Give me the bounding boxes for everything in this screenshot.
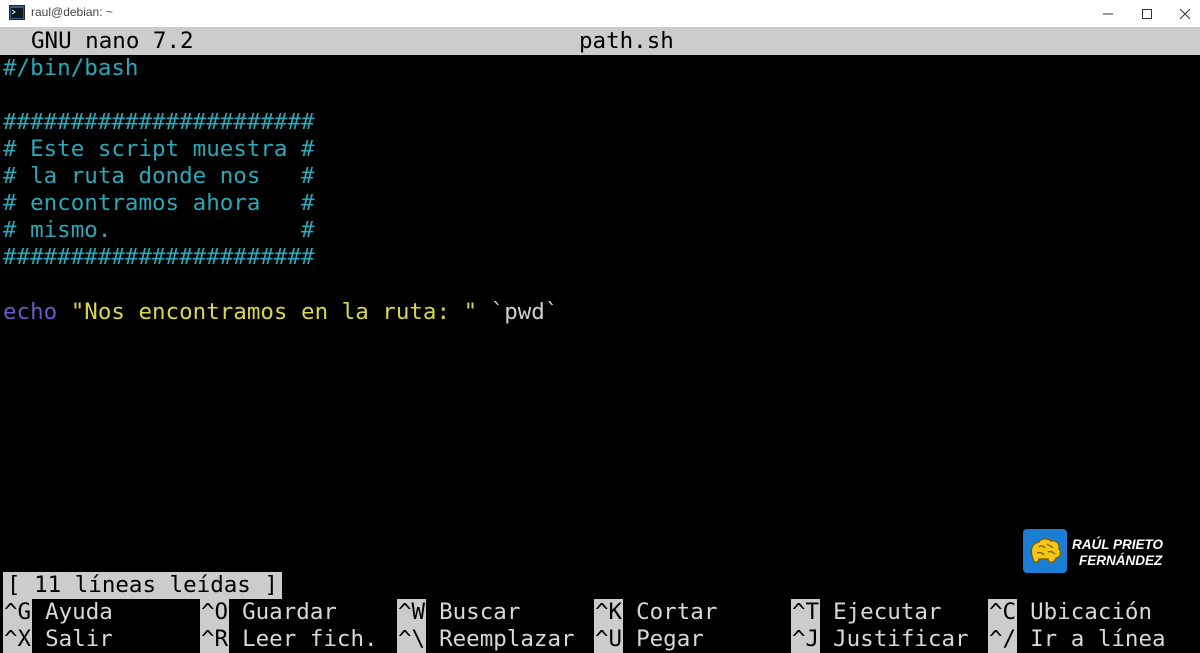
- shortcut-key: ^X: [3, 626, 33, 653]
- watermark-name-line2: FERNÁNDEZ: [1079, 553, 1163, 568]
- shortcut-justify[interactable]: ^J Justificar: [791, 626, 969, 653]
- shortcut-paste[interactable]: ^U Pegar: [594, 626, 704, 653]
- shortcut-label: Salir: [45, 626, 113, 652]
- shortcut-exit[interactable]: ^X Salir: [3, 626, 113, 653]
- watermark-name-line1: RAÚL PRIETO: [1072, 537, 1164, 552]
- shortcut-label: Buscar: [439, 599, 521, 625]
- shortcut-key: ^W: [397, 599, 427, 626]
- editor-line-comment: # la ruta donde nos #: [3, 163, 315, 189]
- shortcut-key: ^K: [594, 599, 624, 626]
- shortcut-label: Leer fich.: [242, 626, 378, 652]
- shortcut-key: ^C: [988, 599, 1018, 626]
- echo-string: "Nos encontramos en la ruta: ": [70, 299, 478, 325]
- shortcut-key: ^T: [791, 599, 821, 626]
- shortcut-location[interactable]: ^C Ubicación: [988, 599, 1152, 626]
- editor-line-comment: #######################: [3, 109, 315, 135]
- shortcut-key: ^/: [988, 626, 1018, 653]
- shortcut-label: Ayuda: [45, 599, 113, 625]
- editor-line-comment: # encontramos ahora #: [3, 190, 315, 216]
- shortcut-key: ^G: [3, 599, 33, 626]
- shortcut-replace[interactable]: ^\ Reemplazar: [397, 626, 575, 653]
- shortcut-key: ^J: [791, 626, 821, 653]
- shortcut-help[interactable]: ^G Ayuda: [3, 599, 113, 626]
- editor-line-comment: # mismo. #: [3, 217, 315, 243]
- editor-line-comment: # Este script muestra #: [3, 136, 315, 162]
- shortcut-key: ^O: [200, 599, 230, 626]
- shortcut-go-to-line[interactable]: ^/ Ir a línea: [988, 626, 1166, 653]
- shortcut-label: Guardar: [242, 599, 337, 625]
- shortcut-label: Ejecutar: [833, 599, 942, 625]
- status-message: [ 11 líneas leídas ]: [3, 572, 282, 599]
- watermark-logo: RAÚL PRIETO FERNÁNDEZ: [1023, 529, 1198, 575]
- editor-line-echo: echo "Nos encontramos en la ruta: " `pwd…: [3, 299, 558, 326]
- editor-line-comment: #######################: [3, 244, 315, 270]
- terminal-icon: [9, 5, 25, 20]
- file-name: path.sh: [579, 28, 674, 54]
- nano-header-bar: GNU nano 7.2 path.sh: [0, 27, 1200, 55]
- shortcut-save[interactable]: ^O Guardar: [200, 599, 337, 626]
- echo-keyword: echo: [3, 299, 58, 325]
- shortcut-read-file[interactable]: ^R Leer fich.: [200, 626, 378, 653]
- nano-version: GNU nano 7.2: [31, 28, 194, 54]
- close-button[interactable]: [1162, 0, 1200, 27]
- shortcut-label: Ir a línea: [1030, 626, 1166, 652]
- shortcut-label: Reemplazar: [439, 626, 575, 652]
- echo-command-substitution: `pwd`: [490, 299, 559, 325]
- shortcut-key: ^U: [594, 626, 624, 653]
- window-titlebar: raul@debian: ~: [0, 0, 1200, 28]
- shortcut-label: Justificar: [833, 626, 969, 652]
- window-title: raul@debian: ~: [31, 5, 113, 19]
- minimize-icon: [1103, 13, 1113, 14]
- shortcut-execute[interactable]: ^T Ejecutar: [791, 599, 941, 626]
- terminal[interactable]: GNU nano 7.2 path.sh #/bin/bash ########…: [0, 27, 1200, 653]
- shortcut-label: Cortar: [636, 599, 718, 625]
- editor-line-shebang: #/bin/bash: [3, 55, 139, 81]
- shortcut-label: Pegar: [636, 626, 704, 652]
- close-icon: [1179, 8, 1191, 19]
- shortcut-label: Ubicación: [1030, 599, 1153, 625]
- shortcut-key: ^\: [397, 626, 427, 653]
- maximize-icon: [1142, 8, 1152, 19]
- shortcut-cut[interactable]: ^K Cortar: [594, 599, 717, 626]
- shortcut-search[interactable]: ^W Buscar: [397, 599, 520, 626]
- shortcut-key: ^R: [200, 626, 230, 653]
- brain-logo-icon: [1023, 529, 1067, 573]
